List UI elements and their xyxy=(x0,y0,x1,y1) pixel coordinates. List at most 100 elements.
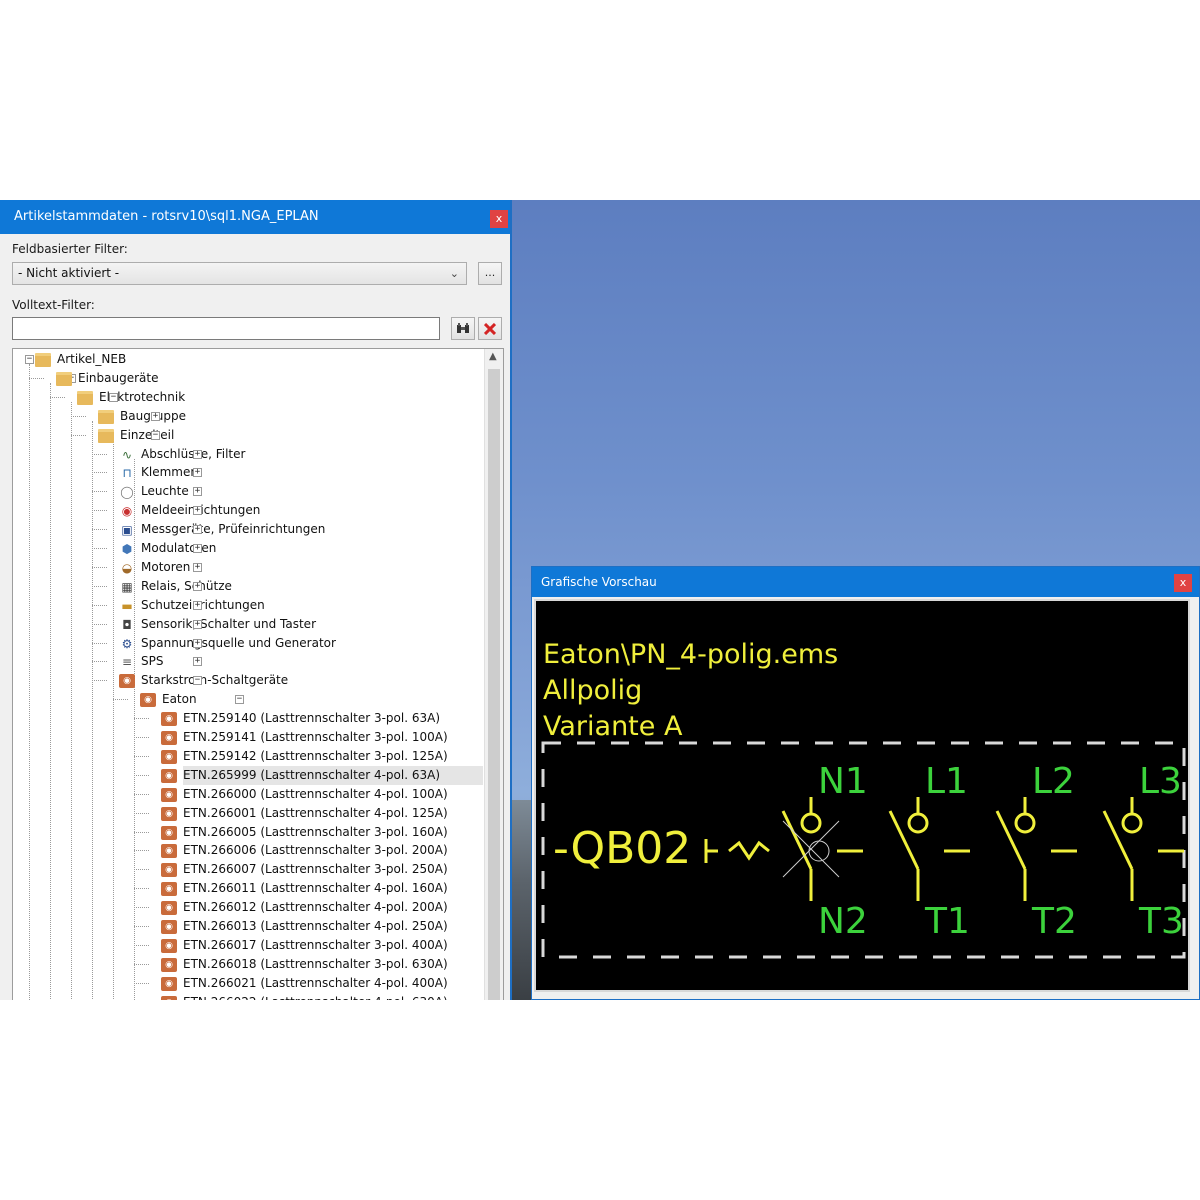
tree-item-label: ETN.266011 (Lasttrennschalter 4-pol. 160… xyxy=(183,881,448,896)
tree-item[interactable]: +Baugruppe xyxy=(98,407,483,426)
article-tree[interactable]: −Artikel_NEB−Einbaugeräte−Elektrotechnik… xyxy=(12,348,504,1000)
tree-item[interactable]: + ⚙ Spannungsquelle und Generator xyxy=(122,634,483,653)
tree-item[interactable]: + ◘ Sensorik, Schalter und Taster xyxy=(122,615,483,634)
tree-item[interactable]: − Artikel_NEB xyxy=(25,350,483,369)
tree-item-label: ETN.266017 (Lasttrennschalter 3-pol. 400… xyxy=(183,937,448,952)
tree-item-label: Messgeräte, Prüfeinrichtungen xyxy=(141,522,326,537)
tree-connector xyxy=(50,396,65,398)
mech-link-actuator xyxy=(728,840,770,861)
tree-item-label: ETN.266005 (Lasttrennschalter 3-pol. 160… xyxy=(183,824,448,839)
collapse-icon[interactable]: − xyxy=(109,392,118,402)
tree-item[interactable]: ◉ ETN.266017 (Lasttrennschalter 3-pol. 40… xyxy=(161,936,483,955)
field-filter-dropdown[interactable]: - Nicht aktiviert - ⌄ xyxy=(12,262,467,285)
tree-connector xyxy=(92,661,107,663)
tree-item[interactable]: ◉ ETN.259142 (Lasttrennschalter 3-pol. 12… xyxy=(161,747,483,766)
expand-icon[interactable]: + xyxy=(151,411,160,421)
fulltext-filter-input[interactable] xyxy=(12,317,440,340)
tree-connector xyxy=(92,529,107,531)
switchgear-icon: ◉ xyxy=(161,712,177,727)
tree-item[interactable]: ◉ ETN.266000 (Lasttrennschalter 4-pol. 10… xyxy=(161,785,483,804)
folder-icon xyxy=(77,390,93,405)
tree-item[interactable]: − Elektrotechnik xyxy=(77,388,483,407)
tree-item[interactable]: ◉ ETN.266006 (Lasttrennschalter 3-pol. 20… xyxy=(161,841,483,860)
tree-item[interactable]: ◉ ETN.266013 (Lasttrennschalter 4-pol. 25… xyxy=(161,917,483,936)
tree-item[interactable]: + ▬ Schutzeinrichtungen xyxy=(121,596,483,615)
expand-icon[interactable]: + xyxy=(193,449,202,459)
tree-connector xyxy=(134,963,149,965)
tree-item[interactable]: + ⬢ Modulatoren xyxy=(122,539,483,558)
expand-icon[interactable]: + xyxy=(193,506,202,516)
tree-item[interactable]: − ◉ Starkstrom-Schaltgeräte xyxy=(119,671,483,690)
article-window-close-button[interactable]: x xyxy=(490,210,508,228)
tree-guide-line xyxy=(92,420,93,1000)
schematic-preview-canvas: Eaton\PN_4-polig.ems Allpolig Variante A… xyxy=(534,599,1190,992)
scrollbar-thumb[interactable] xyxy=(488,369,500,1000)
tree-item[interactable]: ◉ ETN.259141 (Lasttrennschalter 3-pol. 10… xyxy=(161,728,483,747)
tree-connector xyxy=(134,718,149,720)
scroll-up-icon[interactable]: ▲ xyxy=(489,351,497,362)
tree-item-label: ETN.259141 (Lasttrennschalter 3-pol. 100… xyxy=(183,730,448,744)
fulltext-clear-button[interactable] xyxy=(478,317,502,340)
tree-connector xyxy=(134,737,149,738)
tree-guide-line xyxy=(50,382,51,1000)
expand-icon[interactable]: + xyxy=(193,600,202,610)
tree-item-label: Modulatoren xyxy=(141,541,217,555)
switchgear-icon: ◉ xyxy=(161,768,177,783)
tree-item[interactable]: −Einbaugeräte xyxy=(56,369,483,388)
article-window-titlebar[interactable]: Artikelstammdaten - rotsrv10\sql1.NGA_EP… xyxy=(0,200,510,234)
field-filter-more-button[interactable]: ... xyxy=(478,262,502,285)
switchgear-icon: ◉ xyxy=(161,976,177,991)
terminal-icon: ⊓ xyxy=(122,466,132,481)
tree-item[interactable]: − Einzelteil xyxy=(98,426,483,445)
tree-item[interactable]: + ◒ Motoren xyxy=(122,558,483,577)
field-filter-value: - Nicht aktiviert - xyxy=(18,266,120,280)
expand-icon[interactable]: + xyxy=(193,525,202,535)
pole-contact-blade xyxy=(781,810,813,870)
expand-icon[interactable]: + xyxy=(193,562,202,572)
expand-icon[interactable]: + xyxy=(193,619,202,629)
pole-terminal-circle xyxy=(1014,812,1036,834)
tree-item[interactable]: ◉ ETN.266021 (Lasttrennschalter 4-pol. 40… xyxy=(161,974,483,993)
tree-item[interactable]: ◉ ETN.266007 (Lasttrennschalter 3-pol. 25… xyxy=(161,860,483,879)
tree-vertical-scrollbar[interactable]: ▲ xyxy=(484,349,503,1000)
switchgear-icon: ◉ xyxy=(161,844,177,859)
switchgear-icon: ◉ xyxy=(119,674,135,689)
preview-window-titlebar[interactable]: Grafische Vorschau xyxy=(532,567,1199,597)
tree-item[interactable]: ◉ ETN.266001 (Lasttrennschalter 4-pol. 12… xyxy=(161,804,483,823)
expand-icon[interactable]: + xyxy=(193,468,202,478)
tree-item[interactable]: − ◉ Eaton xyxy=(140,690,483,709)
tree-item[interactable]: + ∿ Abschlüsse, Filter xyxy=(122,445,483,464)
switchgear-icon: ◉ xyxy=(161,731,177,745)
tree-item[interactable]: +◉Meldeeinrichtungen xyxy=(122,501,483,520)
tree-item[interactable]: + ▦ Relais, Schütze xyxy=(121,577,483,596)
expand-icon[interactable]: + xyxy=(193,487,202,497)
chevron-down-icon: ⌄ xyxy=(449,267,459,280)
tree-item[interactable]: ◉ ETN.266018 (Lasttrennschalter 3-pol. 63… xyxy=(161,955,483,974)
expand-icon[interactable]: + xyxy=(193,657,202,667)
tree-item[interactable]: + ▣ Messgeräte, Prüfeinrichtungen xyxy=(121,520,483,539)
collapse-icon[interactable]: − xyxy=(25,355,34,364)
pole-contact-blade xyxy=(1102,810,1134,870)
tree-item[interactable]: + ≡ SPS xyxy=(122,652,483,671)
collapse-icon[interactable]: − xyxy=(235,695,244,705)
expand-icon[interactable]: + xyxy=(193,638,202,648)
tree-item-label: Schutzeinrichtungen xyxy=(141,597,265,612)
tree-connector xyxy=(92,472,107,474)
tree-item[interactable]: + ◯ Leuchte xyxy=(120,482,483,501)
collapse-icon[interactable]: − xyxy=(151,430,160,440)
collapse-icon[interactable]: − xyxy=(193,676,202,686)
tree-item[interactable]: ◉ ETN.266011 (Lasttrennschalter 4-pol. 16… xyxy=(161,879,483,898)
tree-item[interactable]: ◉ ETN.266012 (Lasttrennschalter 4-pol. 20… xyxy=(161,898,483,917)
tree-item-selected[interactable]: ◉ ETN.265999 (Lasttrennschalter 4-pol. 63… xyxy=(161,765,483,785)
graphic-preview-window: Grafische Vorschau x Eaton\PN_4-polig.em… xyxy=(531,566,1200,1000)
preview-window-close-button[interactable]: x xyxy=(1174,574,1192,592)
article-master-data-window: Artikelstammdaten - rotsrv10\sql1.NGA_EP… xyxy=(0,200,512,1000)
fulltext-search-button[interactable] xyxy=(451,317,475,340)
expand-icon[interactable]: + xyxy=(193,581,202,591)
expand-icon[interactable]: + xyxy=(193,544,202,553)
tree-item[interactable]: ◉ ETN.266005 (Lasttrennschalter 3-pol. 16… xyxy=(161,823,483,842)
tree-item[interactable]: ◉ETN.266022 (Lasttrennschalter 4-pol. 63… xyxy=(161,993,483,1000)
tree-item[interactable]: + ⊓ Klemmen xyxy=(122,463,483,482)
tree-item[interactable]: ◉ ETN.259140 (Lasttrennschalter 3-pol. 63… xyxy=(161,709,483,728)
tree-guide-line xyxy=(71,401,72,1000)
